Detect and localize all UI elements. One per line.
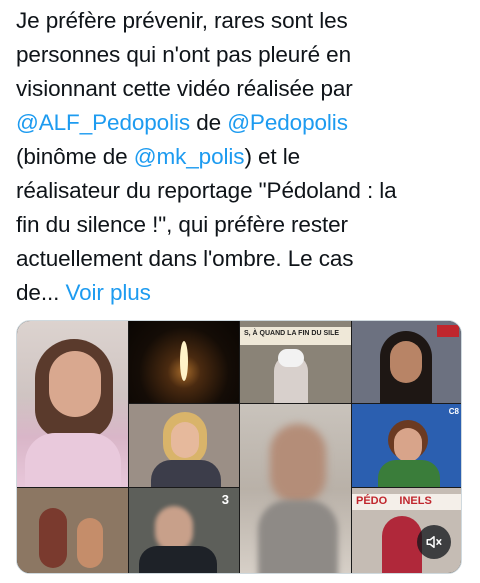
banner-caption: S, À QUAND LA FIN DU SILE [244, 330, 340, 337]
tile-blur [270, 424, 326, 504]
tweet-line: visionnant cette vidéo réalisée par [16, 76, 353, 101]
tweet-line: Je préfère prévenir, rares sont les [16, 8, 348, 33]
mention-alf-pedopolis[interactable]: @ALF_Pedopolis [16, 110, 190, 135]
tile-shoulders [25, 433, 121, 487]
tile-body [139, 546, 217, 573]
video-player[interactable]: S, À QUAND LA FIN DU SILE C8 3 PÉDO INEL… [16, 320, 462, 574]
video-tile-woman-dark-hair [352, 321, 461, 403]
video-tile-candle [129, 321, 239, 403]
tile-face [49, 351, 101, 417]
tweet-word: ) et le [244, 144, 301, 169]
video-tile-blonde-woman [129, 404, 239, 487]
video-tile-protest: S, À QUAND LA FIN DU SILE [240, 321, 351, 403]
tile-number: 3 [221, 492, 229, 507]
tile-logo-red [437, 325, 459, 337]
tweet-line-truncated: de... Voir plus [16, 276, 472, 310]
tweet-word: (binôme de [16, 144, 134, 169]
pedo-banner-caption: PÉDO INELS [356, 495, 432, 507]
mention-pedopolis[interactable]: @Pedopolis [227, 110, 348, 135]
tile-hair [278, 349, 304, 367]
tweet-line-mentions: @ALF_Pedopolis de @Pedopolis [16, 106, 472, 140]
mute-button[interactable] [417, 525, 451, 559]
tweet-word: de... [16, 280, 66, 305]
tile-face [394, 428, 422, 462]
tile-body [258, 500, 338, 573]
tile-body [151, 460, 221, 487]
video-tile-woman-speaking [17, 321, 128, 487]
tweet-line: actuellement dans l'ombre. Le cas [16, 246, 354, 271]
video-tile-man-numbered: 3 [129, 488, 239, 573]
tile-person [77, 518, 103, 568]
tweet-line: réalisateur du reportage "Pédoland : la [16, 178, 397, 203]
show-more-link[interactable]: Voir plus [65, 280, 151, 305]
video-tile-tv-set: C8 [352, 404, 461, 487]
tile-person [39, 508, 67, 568]
tweet-text: Je préfère prévenir, rares sont les pers… [16, 4, 472, 310]
tweet-line-mentions: (binôme de @mk_polis) et le [16, 140, 472, 174]
mention-mk-polis[interactable]: @mk_polis [134, 144, 245, 169]
video-tile-children [17, 488, 128, 573]
tweet-line: fin du silence !", qui préfère rester [16, 212, 348, 237]
speaker-muted-icon [426, 536, 442, 548]
tile-face [390, 341, 422, 383]
tweet-word: de [190, 110, 228, 135]
tile-body [378, 460, 440, 487]
tile-face [171, 422, 199, 458]
video-tile-blurred-face [240, 404, 351, 573]
tile-person [382, 516, 422, 573]
tile-flame [180, 341, 188, 381]
c8-logo: C8 [448, 407, 459, 416]
tweet-line: personnes qui n'ont pas pleuré en [16, 42, 351, 67]
